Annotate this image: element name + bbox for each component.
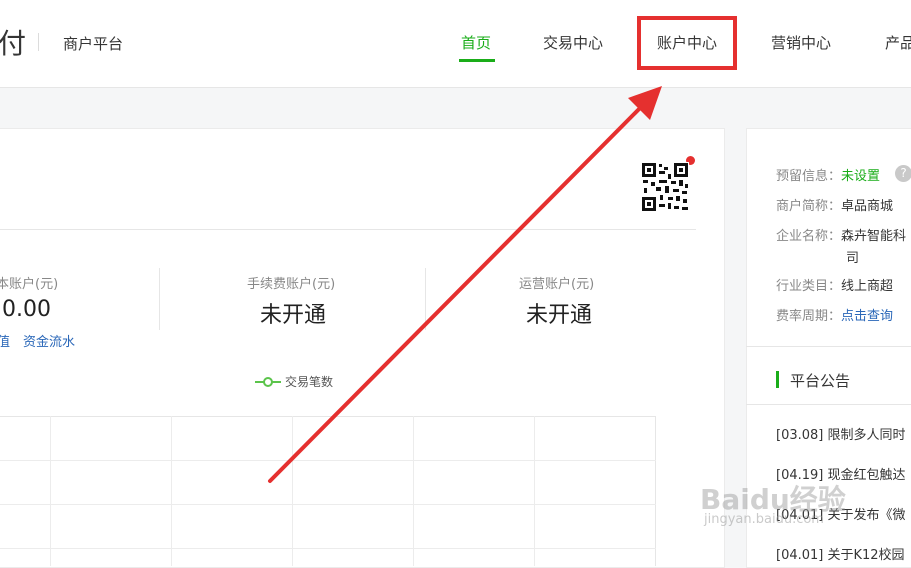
ops-account-label: 运营账户(元)	[519, 277, 595, 292]
nav-home[interactable]: 首页	[461, 32, 491, 53]
chart-gridline	[413, 416, 414, 566]
chart-area	[0, 416, 656, 566]
recharge-link[interactable]: 值	[0, 331, 10, 350]
announcement-item[interactable]: [04.01] 关于K12校园	[776, 544, 905, 563]
industry-row: 行业类目：线上商超	[776, 275, 893, 294]
basic-account-label: 本账户(元)	[0, 277, 59, 292]
company-name-row: 企业名称：森卉智能科	[776, 225, 906, 244]
rate-query-link[interactable]: 点击查询	[841, 309, 893, 324]
nav-active-underline	[459, 59, 495, 62]
announcement-title-bar	[776, 371, 779, 388]
short-name-value: 卓品商城	[841, 199, 894, 214]
announcement-item[interactable]: [03.08] 限制多人同时	[776, 424, 906, 443]
highlight-box	[637, 16, 737, 70]
side-divider	[746, 346, 911, 347]
announcement-title: 平台公告	[790, 372, 851, 390]
chart-gridline	[534, 416, 535, 566]
rate-period-label: 费率周期：	[776, 309, 842, 324]
help-icon[interactable]: ?	[895, 165, 911, 182]
reserved-info-label: 预留信息：	[776, 169, 842, 184]
basic-account-value: 0.00	[2, 297, 51, 322]
company-name-label: 企业名称：	[776, 229, 842, 244]
short-name-label: 商户简称：	[776, 199, 842, 214]
fund-flow-link[interactable]: 资金流水	[23, 331, 75, 350]
watermark-url: jingyan.baidu.com	[704, 512, 824, 527]
account-separator	[159, 268, 160, 330]
short-name-row: 商户简称：卓品商城	[776, 195, 893, 214]
nav-products[interactable]: 产品	[885, 32, 911, 53]
chart-gridline	[0, 548, 656, 549]
side-divider	[746, 404, 911, 405]
reserved-info-value[interactable]: 未设置	[841, 169, 880, 184]
chart-legend[interactable]: 交易笔数	[255, 373, 333, 390]
reserved-info-row: 预留信息：未设置	[776, 165, 880, 184]
platform-name: 商户平台	[63, 35, 124, 53]
ops-account-value: 未开通	[526, 303, 593, 328]
industry-label: 行业类目：	[776, 279, 842, 294]
chart-gridline	[292, 416, 293, 566]
header-divider	[38, 33, 39, 51]
qr-code-icon[interactable]	[641, 162, 689, 212]
chart-gridline	[0, 460, 656, 461]
fee-account-value: 未开通	[260, 303, 327, 328]
logo-text: 付	[0, 27, 27, 60]
top-bar: 付 商户平台 首页 交易中心 账户中心 营销中心 产品	[0, 0, 911, 88]
fee-account-label: 手续费账户(元)	[247, 277, 336, 292]
legend-label: 交易笔数	[285, 375, 334, 389]
account-separator	[425, 268, 426, 330]
card-divider	[0, 229, 696, 230]
nav-trade-center[interactable]: 交易中心	[543, 32, 603, 53]
chart-gridline	[171, 416, 172, 566]
chart-gridline	[50, 416, 51, 566]
rate-period-row: 费率周期：点击查询	[776, 305, 893, 324]
nav-marketing-center[interactable]: 营销中心	[771, 32, 831, 53]
legend-line-icon	[255, 376, 281, 387]
industry-value: 线上商超	[841, 279, 894, 294]
company-name-value-cont: 司	[846, 251, 860, 266]
chart-gridline	[0, 504, 656, 505]
company-name-cont: 司	[846, 247, 859, 266]
company-name-value: 森卉智能科	[841, 229, 907, 244]
